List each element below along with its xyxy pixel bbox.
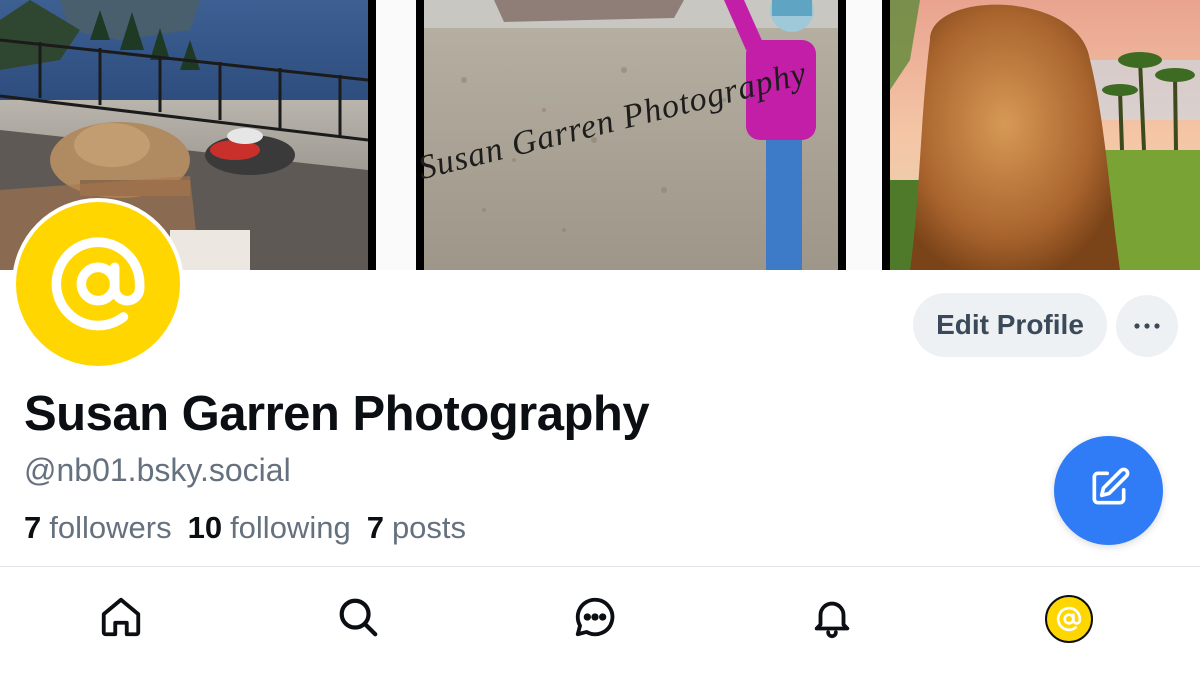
followers-label: followers <box>49 510 172 545</box>
banner-photo-beach <box>424 0 838 270</box>
profile-avatar-icon <box>1045 595 1093 643</box>
ellipsis-icon <box>1132 317 1162 335</box>
more-options-button[interactable] <box>1116 295 1178 357</box>
search-icon <box>335 594 381 645</box>
banner-divider <box>838 0 890 270</box>
bell-icon <box>809 594 855 645</box>
banner-divider <box>368 0 424 270</box>
edit-profile-button[interactable]: Edit Profile <box>913 293 1107 357</box>
banner-photo-sunset <box>890 0 1200 270</box>
nav-home[interactable] <box>91 589 151 649</box>
posts-count: 7 <box>366 510 384 545</box>
compose-button[interactable] <box>1054 436 1163 545</box>
profile-screen: Susan Garren Photography Edit Profile Su… <box>0 0 1200 674</box>
posts-label: posts <box>391 510 467 545</box>
profile-handle: @nb01.bsky.social <box>24 452 291 488</box>
following-stat[interactable]: 10 following <box>188 510 351 546</box>
chat-icon <box>572 594 618 645</box>
profile-stats: 7 followers 10 following 7 posts <box>24 510 466 546</box>
posts-stat: 7 posts <box>367 510 466 546</box>
nav-chat[interactable] <box>565 589 625 649</box>
bottom-nav <box>0 567 1200 674</box>
home-icon <box>98 594 144 645</box>
followers-count: 7 <box>24 510 42 545</box>
nav-profile[interactable] <box>1039 589 1099 649</box>
following-label: following <box>230 510 351 545</box>
followers-stat[interactable]: 7 followers <box>24 510 172 546</box>
nav-notifications[interactable] <box>802 589 862 649</box>
compose-icon <box>1087 466 1131 515</box>
nav-search[interactable] <box>328 589 388 649</box>
profile-display-name: Susan Garren Photography <box>24 387 650 441</box>
avatar-at-icon <box>16 202 180 366</box>
profile-banner[interactable]: Susan Garren Photography <box>0 0 1200 270</box>
profile-avatar[interactable] <box>12 198 184 370</box>
following-count: 10 <box>187 510 223 545</box>
